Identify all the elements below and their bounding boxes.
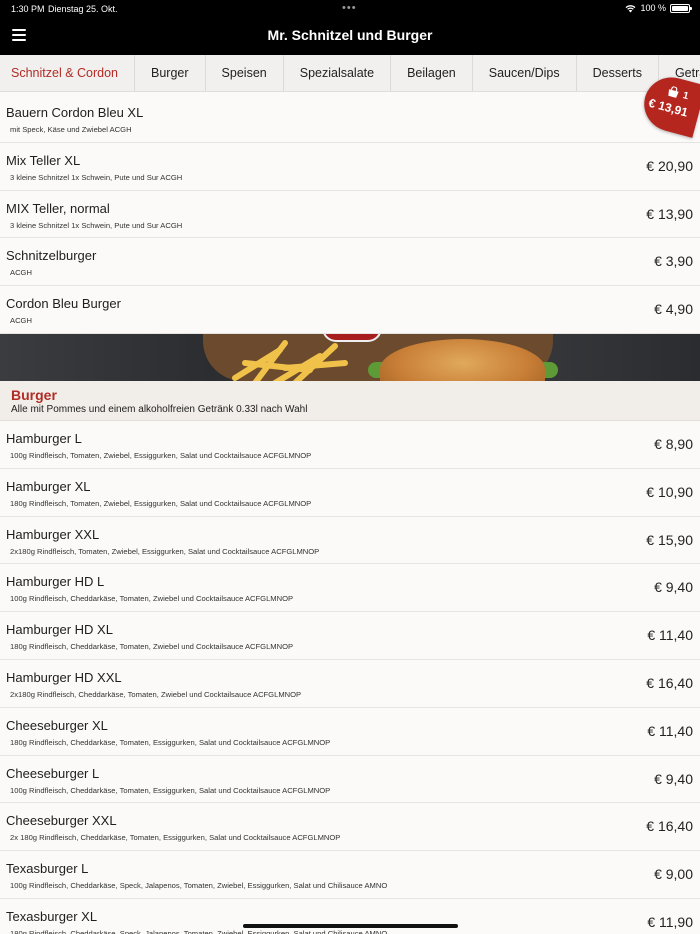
- menu-item-row[interactable]: Hamburger HD L 100g Rindfleisch, Cheddark…: [0, 564, 700, 613]
- item-price: € 16,40: [646, 674, 693, 691]
- item-price: € 4,90: [654, 301, 693, 318]
- item-description: 2x 180g Rindfleisch, Cheddarkäse, Tomate…: [10, 833, 341, 843]
- tab-category[interactable]: Desserts: [577, 55, 659, 91]
- item-name: Texasburger L: [6, 861, 89, 877]
- tab-category[interactable]: Spezialsalate: [284, 55, 392, 91]
- battery-percent: 100 %: [640, 3, 666, 13]
- item-description: 2x180g Rindfleisch, Tomaten, Zwiebel, Es…: [10, 546, 320, 556]
- category-tabs: Schnitzel & Cordon Burger Speisen Spezialsa…: [0, 55, 700, 92]
- tab-category[interactable]: Saucen/Dips: [473, 55, 577, 91]
- battery-icon: [670, 3, 692, 13]
- battery-fill: [672, 5, 688, 11]
- tab-category[interactable]: Schnitzel & Cordon: [0, 55, 136, 91]
- item-description: 3 kleine Schnitzel 1x Schwein, Pute und …: [10, 172, 183, 182]
- item-name: Schnitzelburger: [6, 248, 97, 264]
- item-name: Mix Teller XL: [6, 152, 81, 168]
- item-description: 180g Rindfleisch, Cheddarkäse, Tomaten, …: [10, 642, 294, 652]
- item-price: € 16,40: [646, 818, 693, 835]
- cart-count: 1: [681, 90, 690, 103]
- menu-item-row[interactable]: Texasburger L 100g Rindfleisch, Cheddarkä…: [0, 851, 700, 899]
- menu-item-row[interactable]: Texasburger XL 180g Rindfleisch, Cheddark…: [0, 898, 700, 934]
- item-price: € 10,90: [646, 483, 693, 500]
- item-description: 180g Rindfleisch, Tomaten, Zwiebel, Essi…: [10, 498, 312, 508]
- item-description: 100g Rindfleisch, Cheddarkäse, Speck, Ja…: [10, 881, 388, 891]
- menu-list[interactable]: Bauern Cordon Bleu XL mit Speck, Käse und…: [0, 95, 700, 934]
- item-name: Hamburger XXL: [6, 526, 100, 542]
- item-name: Hamburger XL: [6, 478, 91, 494]
- section-title: Burger: [11, 386, 57, 403]
- item-price: € 20,90: [646, 157, 693, 174]
- item-description: 2x180g Rindfleisch, Cheddarkäse, Tomaten…: [10, 689, 302, 699]
- menu-item-row[interactable]: Cheeseburger XXL 2x 180g Rindfleisch, Che…: [0, 803, 700, 852]
- menu-item-row[interactable]: Schnitzelburger ACGH € 3,90: [0, 238, 700, 287]
- item-description: mit Speck, Käse und Zwiebel ACGH: [10, 125, 132, 134]
- menu-item-row[interactable]: Bauern Cordon Bleu XL mit Speck, Käse und…: [0, 95, 700, 143]
- schnitzel-list: Bauern Cordon Bleu XL mit Speck, Käse und…: [0, 95, 700, 334]
- item-description: 180g Rindfleisch, Cheddarkäse, Tomaten, …: [10, 737, 331, 747]
- status-right: 100 %: [625, 3, 692, 13]
- item-description: 180g Rindfleisch, Cheddarkäse, Speck, Ja…: [10, 928, 388, 934]
- item-price: € 9,40: [654, 579, 693, 596]
- burger-list: Hamburger L 100g Rindfleisch, Tomaten, Zw…: [0, 420, 700, 934]
- app-title: Mr. Schnitzel und Burger: [267, 27, 433, 43]
- tab-category[interactable]: Speisen: [206, 55, 284, 91]
- burger-banner-image: [0, 333, 700, 381]
- item-price: € 11,40: [647, 722, 693, 739]
- item-name: Hamburger HD XL: [6, 622, 113, 638]
- menu-item-row[interactable]: Cheeseburger XL 180g Rindfleisch, Cheddar…: [0, 707, 700, 756]
- menu-item-row[interactable]: Hamburger XXL 2x180g Rindfleisch, Tomaten…: [0, 516, 700, 565]
- menu-item-row[interactable]: Hamburger XL 180g Rindfleisch, Tomaten, Z…: [0, 468, 700, 517]
- section-subtitle: Alle mit Pommes und einem alkoholfreien …: [11, 403, 308, 415]
- item-price: € 11,90: [647, 913, 693, 930]
- item-name: Cheeseburger XL: [6, 717, 108, 733]
- item-description: 100g Rindfleisch, Cheddarkäse, Tomaten, …: [10, 785, 331, 795]
- menu-item-row[interactable]: Hamburger HD XXL 2x180g Rindfleisch, Ched…: [0, 659, 700, 708]
- item-name: Hamburger HD XXL: [6, 669, 122, 685]
- menu-item-row[interactable]: Mix Teller XL 3 kleine Schnitzel 1x Schwe…: [0, 142, 700, 191]
- item-price: € 9,40: [654, 770, 693, 787]
- menu-item-row[interactable]: Hamburger L 100g Rindfleisch, Tomaten, Zw…: [0, 420, 700, 469]
- multitasking-dots-icon[interactable]: •••: [342, 2, 357, 14]
- tab-category[interactable]: Burger: [135, 55, 206, 91]
- item-name: Cheeseburger XXL: [6, 813, 117, 829]
- home-indicator[interactable]: [243, 924, 458, 928]
- item-price: € 13,90: [646, 205, 693, 222]
- item-name: Cheeseburger L: [6, 765, 100, 781]
- item-price: € 3,90: [654, 253, 693, 270]
- status-bar: 1:30 PM Dienstag 25. Okt. ••• 100 %: [0, 0, 700, 18]
- menu-item-row[interactable]: Hamburger HD XL 180g Rindfleisch, Cheddar…: [0, 612, 700, 660]
- menu-item-row[interactable]: Cheeseburger L 100g Rindfleisch, Cheddark…: [0, 755, 700, 804]
- item-name: Hamburger HD L: [6, 574, 105, 590]
- item-price: € 9,00: [654, 866, 693, 883]
- shopping-bag-icon: [668, 86, 679, 98]
- status-date: Dienstag 25. Okt.: [48, 4, 118, 14]
- item-price: € 8,90: [654, 435, 693, 452]
- item-price: € 15,90: [646, 531, 693, 548]
- status-time: 1:30 PM: [11, 4, 45, 14]
- item-name: MIX Teller, normal: [6, 200, 110, 216]
- item-name: Texasburger XL: [6, 908, 98, 924]
- burger-section-header: Burger Alle mit Pommes und einem alkohol…: [0, 380, 700, 421]
- item-description: 100g Rindfleisch, Cheddarkäse, Tomaten, …: [10, 594, 294, 604]
- item-description: ACGH: [10, 316, 32, 326]
- item-name: Hamburger L: [6, 430, 82, 446]
- item-name: Bauern Cordon Bleu XL: [6, 105, 144, 120]
- tab-category[interactable]: Beilagen: [391, 55, 473, 91]
- wifi-icon: [626, 4, 636, 12]
- menu-item-row[interactable]: MIX Teller, normal 3 kleine Schnitzel 1x …: [0, 190, 700, 239]
- app-header: Mr. Schnitzel und Burger: [0, 18, 700, 55]
- item-description: 100g Rindfleisch, Tomaten, Zwiebel, Essi…: [10, 450, 312, 460]
- item-price: € 11,40: [647, 627, 693, 644]
- item-description: 3 kleine Schnitzel 1x Schwein, Pute und …: [10, 220, 183, 230]
- item-description: ACGH: [10, 268, 32, 278]
- menu-item-row[interactable]: Cordon Bleu Burger ACGH € 4,90: [0, 286, 700, 334]
- item-name: Cordon Bleu Burger: [6, 296, 121, 312]
